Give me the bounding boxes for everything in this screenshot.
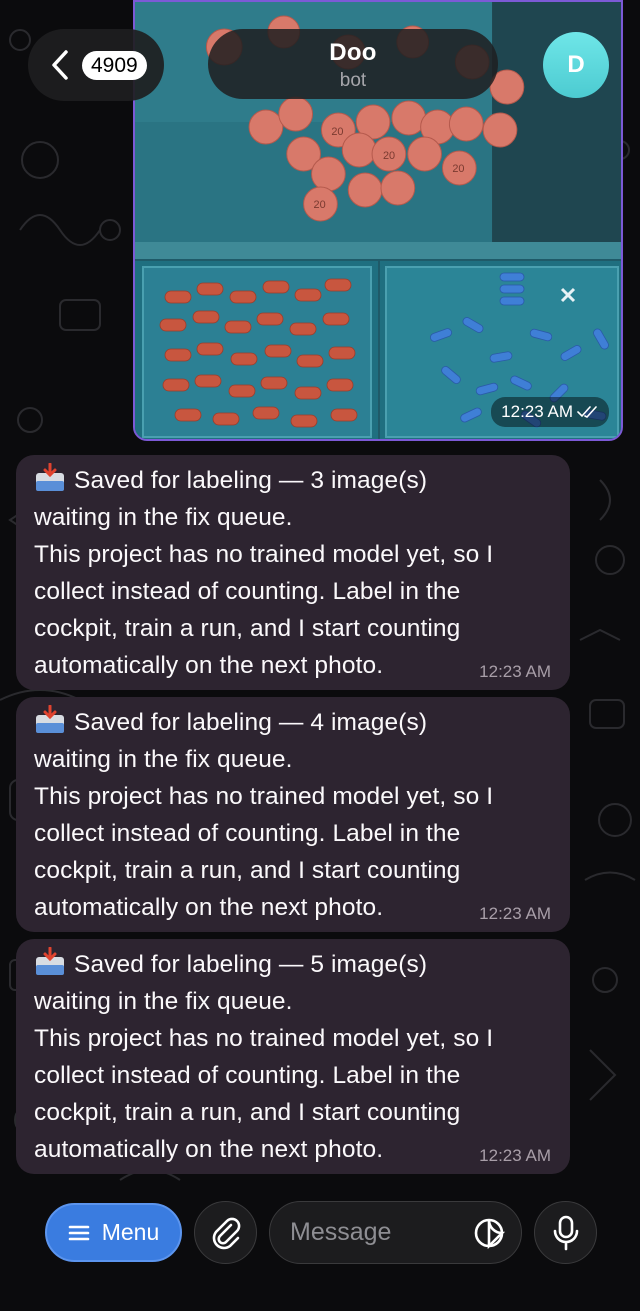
message-line: This project has no trained model yet, s…	[34, 541, 494, 568]
message-line: cockpit, train a run, and I start counti…	[34, 1099, 461, 1126]
chevron-left-icon	[52, 50, 68, 80]
menu-button[interactable]: Menu	[45, 1203, 182, 1262]
photo-time-text: 12:23 AM	[501, 402, 573, 421]
message-line: This project has no trained model yet, s…	[34, 1025, 494, 1052]
menu-button-label: Menu	[101, 1219, 160, 1245]
menu-lines-icon	[68, 1225, 90, 1240]
message-line: automatically on the next photo.	[34, 1136, 384, 1163]
tablet-marking: 20	[331, 126, 343, 138]
photo-timestamp: 12:23 AM	[491, 397, 609, 427]
microphone-icon	[553, 1215, 578, 1250]
read-double-check-icon	[577, 406, 597, 418]
message-line: This project has no trained model yet, s…	[34, 783, 494, 810]
sticker-icon[interactable]	[473, 1217, 505, 1249]
chat-subtitle: bot	[339, 70, 367, 91]
message-text: Saved for labeling — 5 image(s) waiting …	[34, 946, 552, 1168]
message-line: waiting in the fix queue.	[34, 504, 293, 531]
message-line: cockpit, train a run, and I start counti…	[34, 615, 461, 642]
message-bubble-2[interactable]: Saved for labeling — 4 image(s) waiting …	[16, 697, 570, 932]
tablet-marking: 20	[383, 150, 395, 162]
message-line: waiting in the fix queue.	[34, 746, 293, 773]
message-input[interactable]	[290, 1202, 470, 1263]
message-line: waiting in the fix queue.	[34, 988, 293, 1015]
message-bubble-3[interactable]: Saved for labeling — 5 image(s) waiting …	[16, 939, 570, 1174]
message-timestamp: 12:23 AM	[479, 904, 551, 923]
message-line: automatically on the next photo.	[34, 894, 384, 921]
pill-photo-bottom-left[interactable]	[135, 261, 378, 439]
inbox-tray-icon	[36, 947, 64, 975]
message-bubble-1[interactable]: Saved for labeling — 3 image(s) waiting …	[16, 455, 570, 690]
message-text: Saved for labeling — 3 image(s) waiting …	[34, 462, 552, 684]
chat-name: Doo	[329, 39, 377, 66]
message-line: Saved for labeling — 5 image(s)	[74, 951, 428, 978]
tablet-marking: 20	[314, 199, 326, 211]
tablet-marking: 20	[452, 163, 464, 175]
message-line: automatically on the next photo.	[34, 652, 384, 679]
message-line: collect instead of counting. Label in th…	[34, 1062, 461, 1089]
chat-title[interactable]: Doo bot	[208, 29, 498, 99]
avatar-initial: D	[567, 51, 585, 78]
inbox-tray-icon	[36, 705, 64, 733]
message-line: cockpit, train a run, and I start counti…	[34, 857, 461, 884]
message-timestamp: 12:23 AM	[479, 1146, 551, 1165]
message-timestamp: 12:23 AM	[479, 662, 551, 681]
voice-record-button[interactable]	[534, 1201, 597, 1264]
message-line: Saved for labeling — 4 image(s)	[74, 709, 428, 736]
message-line: collect instead of counting. Label in th…	[34, 578, 461, 605]
message-line: Saved for labeling — 3 image(s)	[74, 467, 428, 494]
message-input-field[interactable]	[269, 1201, 522, 1264]
avatar[interactable]: D	[543, 32, 609, 98]
unread-count-badge: 4909	[82, 50, 147, 80]
paperclip-icon	[212, 1217, 240, 1249]
inbox-tray-icon	[36, 463, 64, 491]
back-button[interactable]: 4909	[28, 29, 164, 101]
attach-button[interactable]	[194, 1201, 257, 1264]
message-line: collect instead of counting. Label in th…	[34, 820, 461, 847]
message-text: Saved for labeling — 4 image(s) waiting …	[34, 704, 552, 926]
